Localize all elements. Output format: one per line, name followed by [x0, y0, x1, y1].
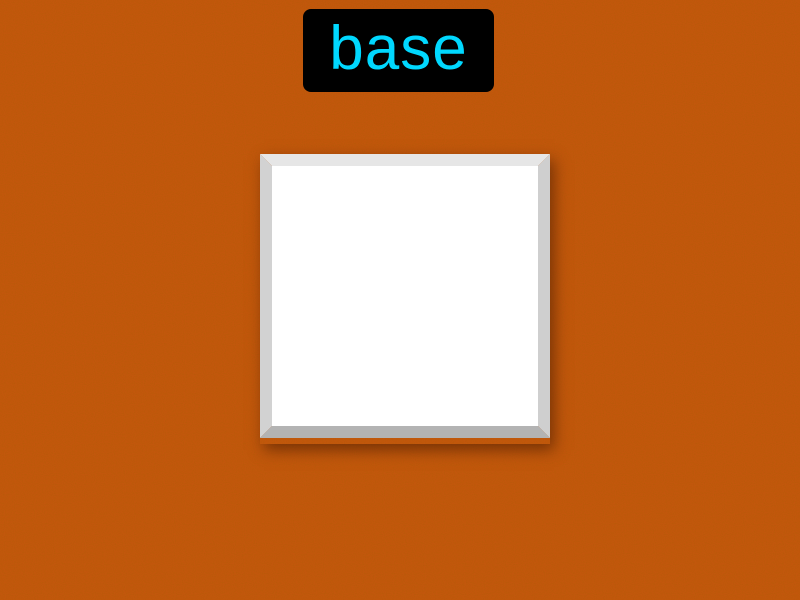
- bevel-right: [538, 154, 550, 438]
- word-label: base: [303, 9, 494, 92]
- tile-face: [272, 166, 538, 426]
- beveled-square: [260, 154, 550, 438]
- square-tile: [254, 150, 554, 450]
- word-label-text: base: [329, 13, 468, 83]
- bevel-top: [260, 154, 550, 166]
- bevel-bottom: [260, 426, 550, 438]
- bevel-left: [260, 154, 272, 438]
